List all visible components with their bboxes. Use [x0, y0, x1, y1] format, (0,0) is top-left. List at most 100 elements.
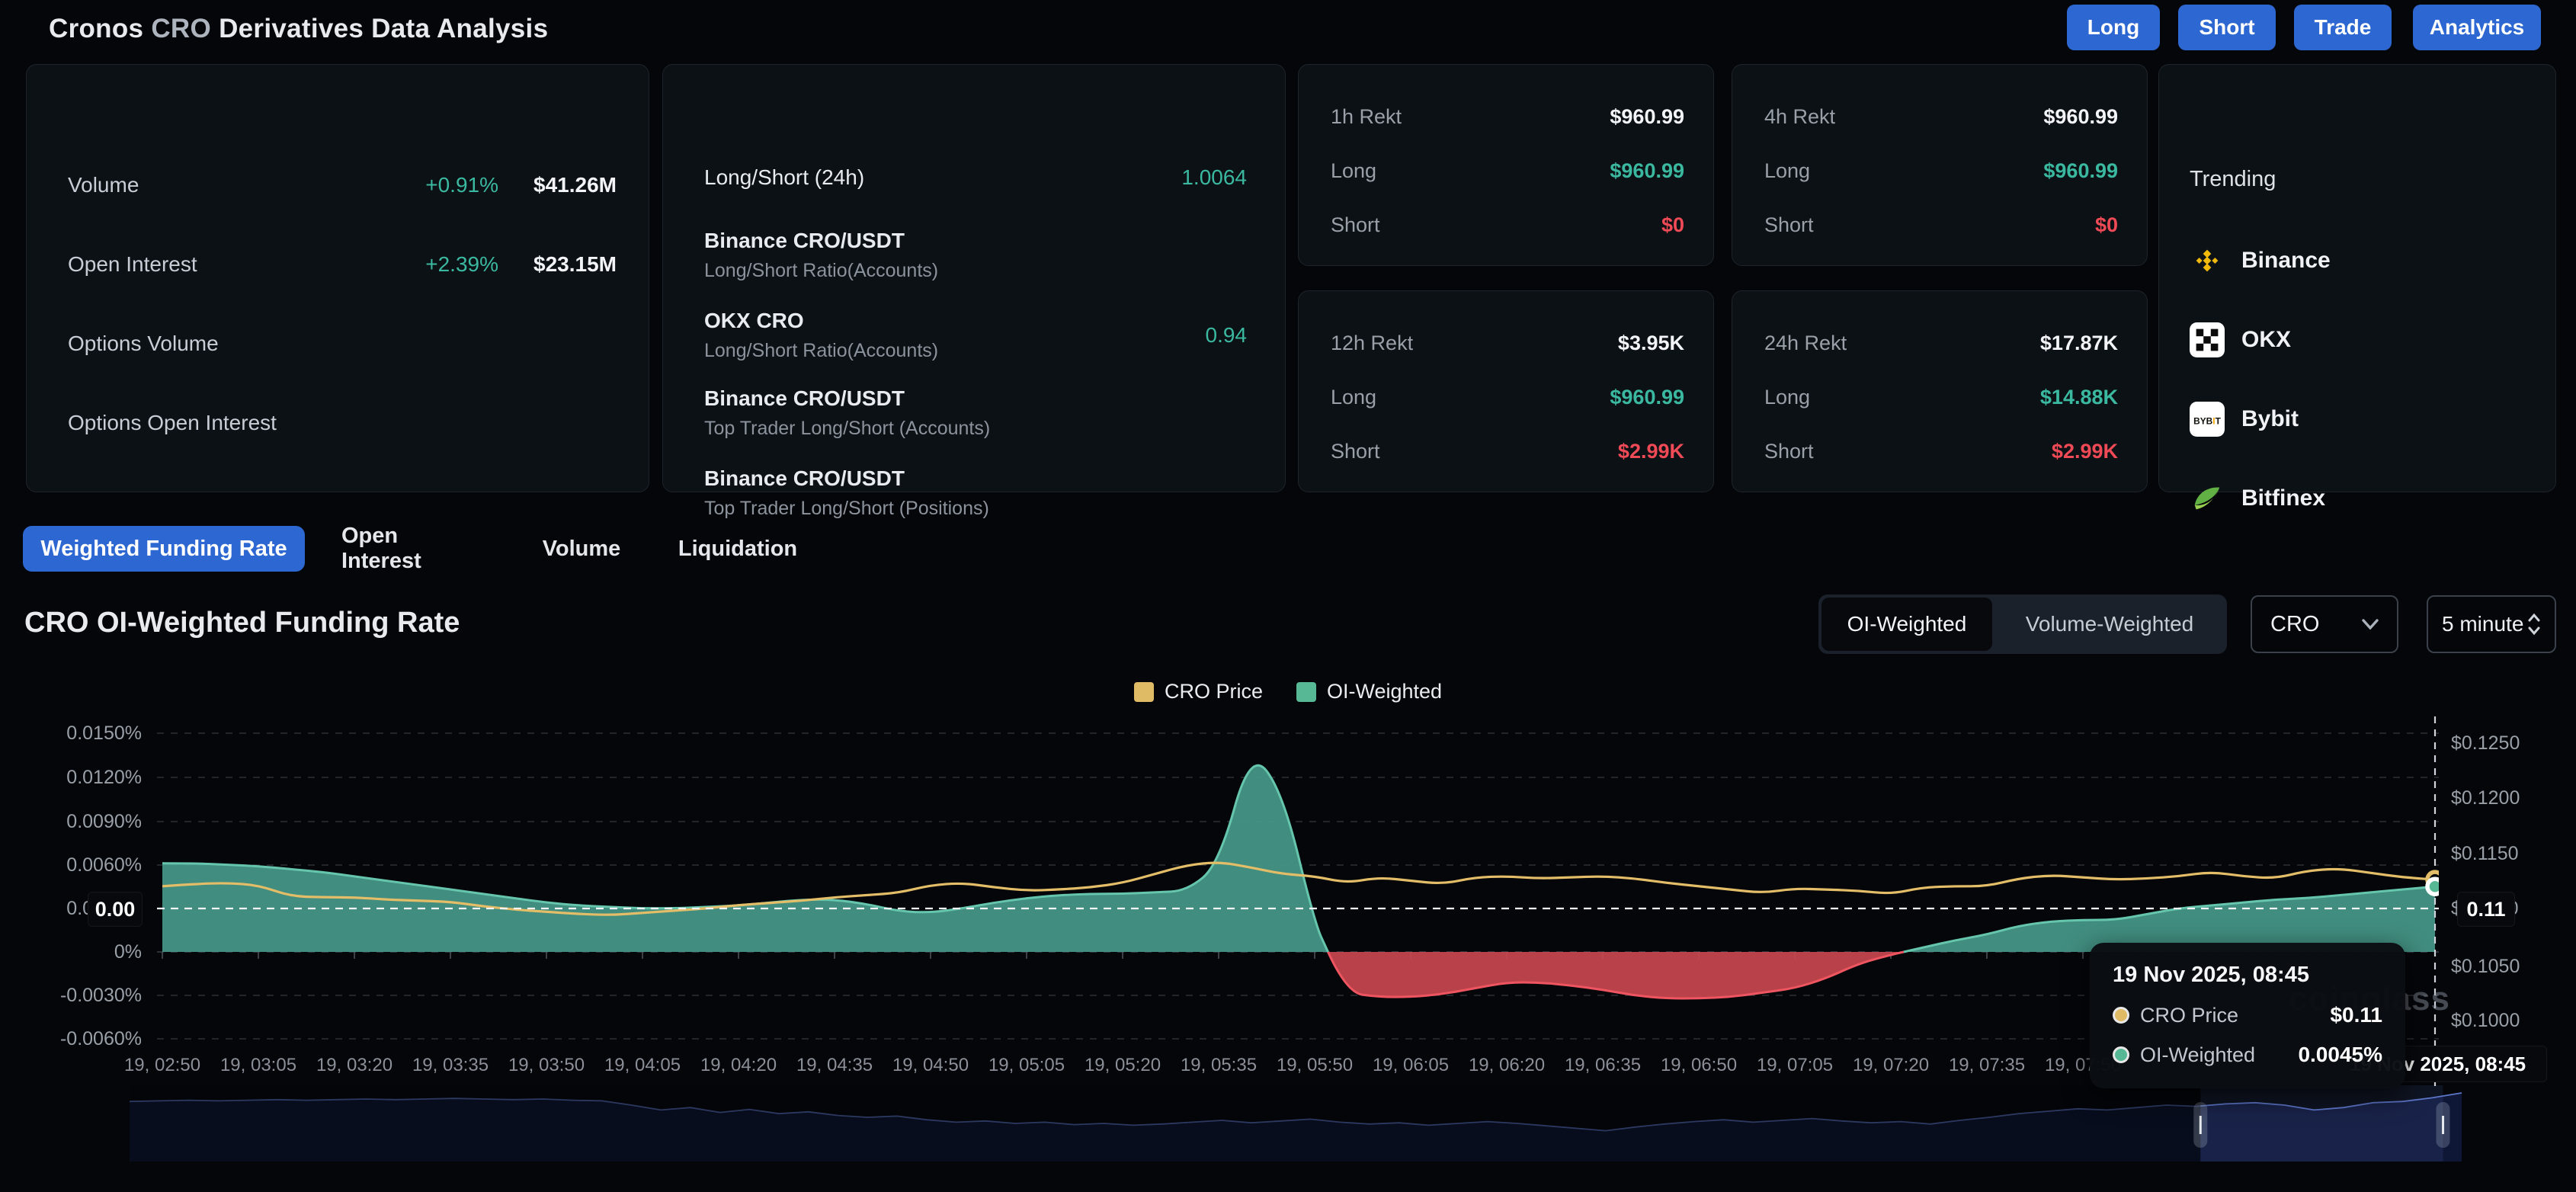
exchange-name: Bitfinex: [2241, 485, 2325, 511]
analytics-button[interactable]: Analytics: [2413, 5, 2541, 50]
toggle-oi-weighted[interactable]: OI-Weighted: [1821, 598, 1992, 651]
rekt-row: Short $0: [1764, 208, 2118, 242]
legend-cro-price[interactable]: CRO Price: [1134, 680, 1263, 703]
right-axis-tick: $0.1000: [2451, 1009, 2520, 1032]
left-axis-tick: 0.0090%: [0, 810, 142, 833]
chart-tooltip: 19 Nov 2025, 08:45 CRO Price $0.11 OI-We…: [2090, 943, 2405, 1088]
trending-card: Trending Binance OKX BYBIT Bybit Bitfine…: [2158, 64, 2556, 492]
chart-navigator[interactable]: [130, 1085, 2462, 1168]
rekt-value: $960.99: [1610, 386, 1684, 409]
rekt-row: Long $960.99: [1331, 154, 1684, 187]
stats-label: Volume: [68, 173, 139, 197]
left-axis-tick: 0.0060%: [0, 854, 142, 876]
rekt-label: Short: [1764, 440, 1814, 463]
rekt-value: $14.88K: [2040, 386, 2118, 409]
binance-logo: [2190, 243, 2225, 278]
tab-weighted-funding-rate[interactable]: Weighted Funding Rate: [23, 526, 305, 572]
left-axis-tick: -0.0060%: [0, 1027, 142, 1050]
trending-item-bybit[interactable]: BYBIT Bybit: [2190, 402, 2299, 437]
okx-logo-icon: [2190, 322, 2225, 357]
navigator-handle-left[interactable]: [2193, 1102, 2207, 1148]
rekt-row: Short $0: [1331, 208, 1684, 242]
ratio-title: Long/Short (24h): [704, 165, 864, 190]
rekt-value: $2.99K: [2052, 440, 2118, 463]
stats-row: Open Interest +2.39% $23.15M: [68, 245, 617, 284]
teal-dot-icon: [2113, 1046, 2129, 1063]
binance-logo-icon: [2190, 243, 2225, 278]
rekt-row: 1h Rekt $960.99: [1331, 100, 1684, 133]
ratio-title: OKX CRO: [704, 309, 938, 333]
rekt-value: $17.87K: [2040, 332, 2118, 355]
page-title-symbol: CRO: [151, 14, 211, 43]
svg-text:BYBIT: BYBIT: [2193, 416, 2221, 427]
chart-legend: CRO Price OI-Weighted: [0, 680, 2576, 703]
tooltip-row-price: CRO Price $0.11: [2113, 1003, 2382, 1027]
right-axis-tick: $0.1050: [2451, 955, 2520, 978]
stats-row: Options Volume: [68, 324, 617, 364]
rekt-card-4h: 4h Rekt $960.99Long $960.99Short $0: [1732, 64, 2148, 266]
right-axis-tick: $0.1250: [2451, 732, 2520, 755]
exchange-name: Bybit: [2241, 406, 2299, 432]
rekt-label: 24h Rekt: [1764, 332, 1847, 355]
rekt-row: Short $2.99K: [1764, 434, 2118, 468]
stats-label: Open Interest: [68, 252, 197, 277]
rekt-card-12h: 12h Rekt $3.95KLong $960.99Short $2.99K: [1298, 290, 1714, 492]
weighting-toggle: OI-Weighted Volume-Weighted: [1818, 594, 2227, 654]
trending-item-okx[interactable]: OKX: [2190, 322, 2291, 357]
bybit-logo: BYBIT: [2190, 402, 2225, 437]
rekt-label: Short: [1331, 213, 1380, 237]
left-axis-tick: 0.0150%: [0, 722, 142, 745]
ratio-title: Binance CRO/USDT: [704, 466, 989, 491]
interval-select[interactable]: 5 minute: [2427, 595, 2556, 653]
trade-button[interactable]: Trade: [2294, 5, 2392, 50]
rekt-row: 12h Rekt $3.95K: [1331, 326, 1684, 360]
trending-title: Trending: [2190, 167, 2276, 192]
exchange-name: Binance: [2241, 248, 2331, 274]
tooltip-value: 0.0045%: [2298, 1043, 2382, 1067]
right-axis-tick: $0.1200: [2451, 787, 2520, 809]
navigator-handle-right[interactable]: [2437, 1102, 2450, 1148]
stats-value: $23.15M: [498, 252, 617, 277]
long-button[interactable]: Long: [2067, 5, 2160, 50]
ratio-row: Binance CRO/USDT Top Trader Long/Short (…: [704, 466, 1247, 520]
stats-label: Options Open Interest: [68, 411, 277, 435]
rekt-label: Long: [1764, 386, 1810, 409]
rekt-value: $3.95K: [1618, 332, 1684, 355]
ratio-row: Long/Short (24h) 1.0064: [704, 165, 1247, 190]
ratio-subtitle: Top Trader Long/Short (Positions): [704, 498, 989, 520]
tab-open-interest[interactable]: Open Interest: [341, 526, 479, 572]
legend-swatch-gold: [1134, 682, 1154, 702]
rekt-value: $2.99K: [1618, 440, 1684, 463]
stats-label: Options Volume: [68, 332, 219, 356]
tooltip-value: $0.11: [2330, 1003, 2382, 1027]
rekt-label: Short: [1764, 213, 1814, 237]
tab-volume[interactable]: Volume: [542, 526, 621, 572]
rekt-row: Long $960.99: [1331, 380, 1684, 414]
chart-title: CRO OI-Weighted Funding Rate: [24, 607, 460, 639]
page-title-suffix: Derivatives Data Analysis: [219, 14, 548, 43]
short-button[interactable]: Short: [2178, 5, 2276, 50]
legend-oi-weighted[interactable]: OI-Weighted: [1296, 680, 1442, 703]
tooltip-timestamp: 19 Nov 2025, 08:45: [2113, 963, 2382, 988]
ratio-subtitle: Top Trader Long/Short (Accounts): [704, 418, 990, 440]
gold-dot-icon: [2113, 1007, 2129, 1024]
page-title-prefix: Cronos: [49, 14, 143, 43]
market-stats-card: Volume +0.91% $41.26MOpen Interest +2.39…: [26, 64, 649, 492]
ratio-value: 1.0064: [1181, 165, 1247, 190]
long-short-ratio-card: Long/Short (24h) 1.0064 Binance CRO/USDT…: [662, 64, 1286, 492]
rekt-label: 12h Rekt: [1331, 332, 1413, 355]
ratio-subtitle: Long/Short Ratio(Accounts): [704, 340, 938, 362]
okx-logo: [2190, 322, 2225, 357]
tab-liquidation[interactable]: Liquidation: [680, 526, 796, 572]
trending-item-binance[interactable]: Binance: [2190, 243, 2331, 278]
rekt-row: Long $14.88K: [1764, 380, 2118, 414]
toggle-volume-weighted[interactable]: Volume-Weighted: [1992, 598, 2227, 651]
rekt-row: Long $960.99: [1764, 154, 2118, 187]
trending-item-bitfinex[interactable]: Bitfinex: [2190, 481, 2325, 516]
stats-row: Options Open Interest: [68, 403, 617, 443]
bitfinex-logo: [2190, 481, 2225, 516]
symbol-select[interactable]: CRO: [2251, 595, 2398, 653]
stats-change: +0.91%: [425, 173, 498, 197]
rekt-value: $960.99: [1610, 159, 1684, 183]
rekt-label: 1h Rekt: [1331, 105, 1402, 129]
